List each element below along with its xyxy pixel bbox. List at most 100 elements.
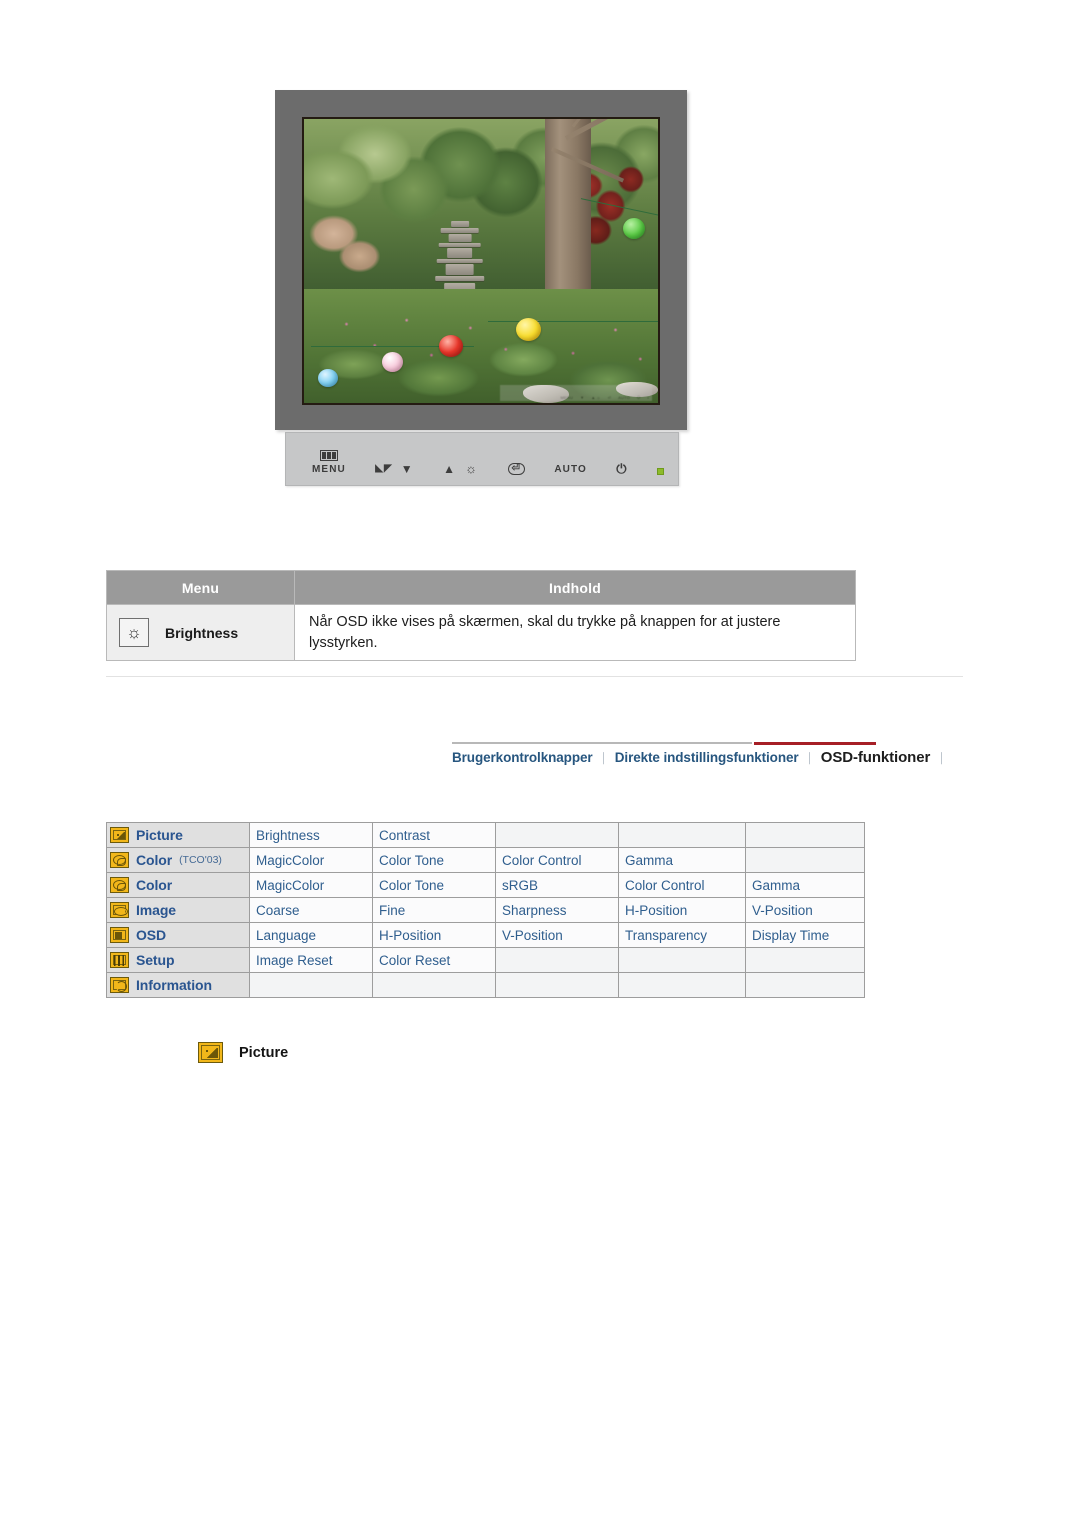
osd-label-picture[interactable]: Picture [107, 823, 249, 847]
menu-bars-icon [319, 450, 338, 461]
osd-item-empty [496, 948, 618, 972]
screen-reflected-button-row: MENU ▼ ▲ ☼ ⏎ AUTO ⏻ • [500, 385, 652, 401]
color-icon [110, 877, 129, 893]
osd-label-text: Picture [136, 827, 183, 843]
osd-item[interactable]: Color Tone [373, 848, 495, 872]
osd-item-empty [619, 948, 745, 972]
osd-item[interactable]: Sharpness [496, 898, 618, 922]
osd-item[interactable]: V-Position [496, 923, 618, 947]
brightness-sun-icon: ☼ [465, 461, 479, 476]
osd-item[interactable]: H-Position [619, 898, 745, 922]
osd-item[interactable]: Brightness [250, 823, 372, 847]
osd-item[interactable]: Color Control [619, 873, 745, 897]
echo-label-auto: AUTO [618, 395, 631, 400]
osd-item-empty [250, 973, 372, 997]
power-led-icon [657, 468, 665, 475]
scene-azalea-flowers [304, 295, 658, 392]
osd-label-text: Color [136, 852, 173, 868]
osd-item-empty [746, 948, 864, 972]
osd-label-color[interactable]: Color [107, 873, 249, 897]
chevron-up-icon: ▲ [443, 461, 457, 476]
osd-item-empty [496, 823, 618, 847]
osd-row-setup: Setup Image Reset Color Reset [107, 948, 864, 972]
table-header-row: Menu Indhold [106, 570, 856, 605]
lantern-yellow [516, 317, 542, 341]
nav-separator-1: ⏐ [600, 753, 607, 765]
osd-row-osd: OSD Language H-Position V-Position Trans… [107, 923, 864, 947]
osd-row-information: Information [107, 973, 864, 997]
osd-item[interactable]: Language [250, 923, 372, 947]
osd-item[interactable]: MagicColor [250, 848, 372, 872]
lantern-green [622, 218, 645, 240]
osd-item[interactable]: Color Reset [373, 948, 495, 972]
picture-section-label: Picture [239, 1044, 289, 1061]
osd-item[interactable]: V-Position [746, 898, 864, 922]
osd-item[interactable]: MagicColor [250, 873, 372, 897]
osd-item[interactable]: Contrast [373, 823, 495, 847]
lantern-blue [318, 368, 339, 387]
header-indhold: Indhold [294, 570, 856, 605]
nav-active-accent-bar [754, 742, 876, 745]
osd-item[interactable]: Color Control [496, 848, 618, 872]
lantern-red [438, 334, 463, 357]
enter-icon: ⏎ [507, 463, 525, 475]
osd-row-picture: Picture Brightness Contrast [107, 823, 864, 847]
osd-item[interactable]: Gamma [746, 873, 864, 897]
magicbright-down-button[interactable]: ◣◤ ▼ [375, 463, 414, 475]
nav-item-osd-funktioner[interactable]: OSD-funktioner [821, 749, 931, 766]
osd-item-empty [746, 973, 864, 997]
brightness-up-button[interactable]: ▲ ☼ [443, 462, 478, 475]
osd-item[interactable]: Gamma [619, 848, 745, 872]
magicbright-icon: ◣◤ [375, 463, 393, 474]
monitor-bezel: MENU ▼ ▲ ☼ ⏎ AUTO ⏻ • [275, 90, 687, 430]
osd-item[interactable]: Coarse [250, 898, 372, 922]
osd-item-empty [746, 823, 864, 847]
power-icon: ⏻ [616, 461, 628, 476]
enter-button[interactable]: ⏎ [507, 463, 525, 475]
monitor-screen: MENU ▼ ▲ ☼ ⏎ AUTO ⏻ • [302, 117, 660, 405]
osd-item-empty [619, 823, 745, 847]
information-icon [110, 977, 129, 993]
nav-item-direkte-indstillingsfunktioner[interactable]: Direkte indstillingsfunktioner [615, 750, 799, 765]
osd-label-text: Information [136, 977, 212, 993]
power-button[interactable]: ⏻ [616, 462, 627, 475]
setup-icon [110, 952, 129, 968]
echo-label-down: ▼ [580, 395, 585, 400]
lantern-pink [381, 351, 403, 372]
monitor-control-panel: MENU ◣◤ ▼ ▲ ☼ ⏎ AUTO ⏻ [285, 432, 679, 486]
osd-item[interactable]: Display Time [746, 923, 864, 947]
osd-label-osd[interactable]: OSD [107, 923, 249, 947]
menu-cell-label: Brightness [165, 624, 239, 641]
osd-label-text: Setup [136, 952, 175, 968]
menu-button[interactable]: MENU [312, 450, 346, 475]
osd-item[interactable]: Color Tone [373, 873, 495, 897]
breadcrumb: Brugerkontrolknapper ⏐ Direkte indstilli… [452, 742, 944, 776]
osd-row-color-tco: Color (TCO'03) MagicColor Color Tone Col… [107, 848, 864, 872]
echo-label-up: ▲ ☼ [591, 395, 601, 400]
picture-icon [198, 1042, 223, 1063]
echo-label-enter: ⏎ [607, 395, 612, 400]
osd-item-empty [746, 848, 864, 872]
echo-label-led: • [647, 395, 649, 400]
osd-label-information[interactable]: Information [107, 973, 249, 997]
echo-label-power: ⏻ [637, 395, 641, 400]
power-indicator [657, 468, 665, 475]
osd-label-text: Image [136, 902, 176, 918]
osd-item[interactable]: Image Reset [250, 948, 372, 972]
nav-item-brugerkontrolknapper[interactable]: Brugerkontrolknapper [452, 750, 593, 765]
osd-item[interactable]: H-Position [373, 923, 495, 947]
osd-item[interactable]: sRGB [496, 873, 618, 897]
auto-button[interactable]: AUTO [554, 465, 587, 475]
color-icon [110, 852, 129, 868]
osd-item-empty [619, 973, 745, 997]
osd-label-image[interactable]: Image [107, 898, 249, 922]
osd-label-color-tco[interactable]: Color (TCO'03) [107, 848, 249, 872]
osd-row-image: Image Coarse Fine Sharpness H-Position V… [107, 898, 864, 922]
nav-separator-2: ⏐ [806, 753, 813, 765]
osd-label-text: Color [136, 877, 173, 893]
picture-icon [110, 827, 129, 843]
osd-item[interactable]: Transparency [619, 923, 745, 947]
osd-label-setup[interactable]: Setup [107, 948, 249, 972]
image-icon [110, 902, 129, 918]
osd-item[interactable]: Fine [373, 898, 495, 922]
